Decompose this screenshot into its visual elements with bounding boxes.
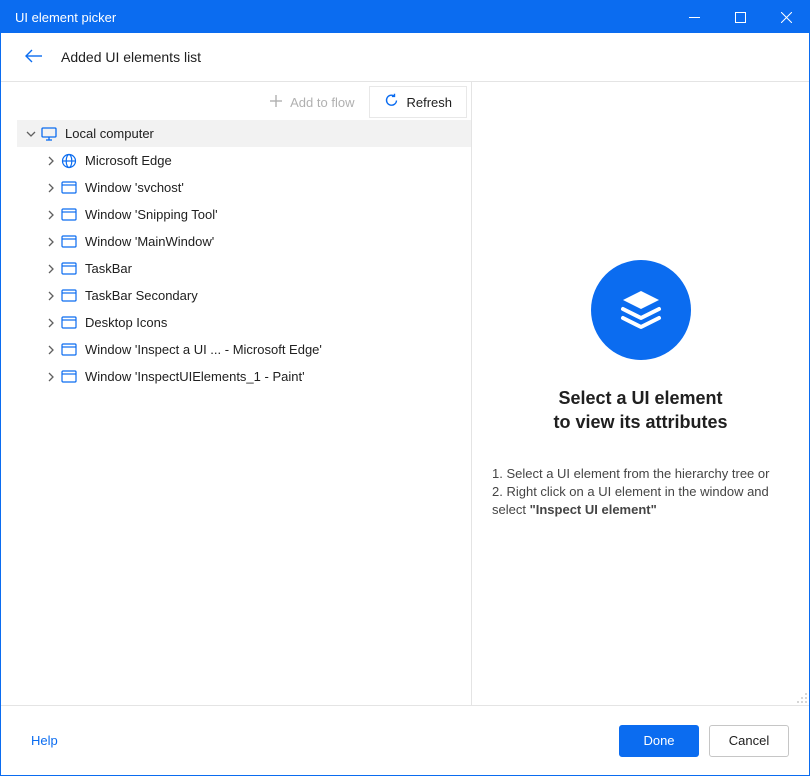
refresh-label: Refresh [406, 95, 452, 110]
tree-root-row[interactable]: Local computer [17, 120, 471, 147]
window-icon [59, 289, 79, 302]
tree-row-label: TaskBar [85, 261, 132, 276]
tree-row-label: Window 'InspectUIElements_1 - Paint' [85, 369, 305, 384]
window-icon [59, 316, 79, 329]
minimize-button[interactable] [671, 1, 717, 33]
tree-row-label: Window 'svchost' [85, 180, 184, 195]
details-panel: Select a UI elementto view its attribute… [471, 82, 809, 705]
tree-row[interactable]: TaskBar Secondary [37, 282, 471, 309]
window-icon [59, 181, 79, 194]
page-title: Added UI elements list [61, 49, 201, 65]
title-bar: UI element picker [1, 1, 809, 33]
plus-icon [269, 94, 283, 111]
tree-row[interactable]: Microsoft Edge [37, 147, 471, 174]
cancel-button[interactable]: Cancel [709, 725, 789, 757]
resize-grip-icon[interactable] [795, 691, 809, 705]
dialog-footer: Help Done Cancel [1, 705, 809, 775]
maximize-button[interactable] [717, 1, 763, 33]
window-icon [59, 262, 79, 275]
tree-row[interactable]: Window 'svchost' [37, 174, 471, 201]
close-button[interactable] [763, 1, 809, 33]
window-title: UI element picker [15, 10, 671, 25]
tree-row-label: Window 'MainWindow' [85, 234, 214, 249]
window-icon [59, 343, 79, 356]
window-icon [59, 208, 79, 221]
tree-row-label: Desktop Icons [85, 315, 167, 330]
window-icon [59, 235, 79, 248]
tree-row-label: TaskBar Secondary [85, 288, 198, 303]
placeholder-title: Select a UI elementto view its attribute… [553, 386, 727, 435]
tree-row[interactable]: Window 'Snipping Tool' [37, 201, 471, 228]
refresh-button[interactable]: Refresh [369, 86, 467, 118]
layers-icon [591, 260, 691, 360]
sub-header: Added UI elements list [1, 33, 809, 82]
chevron-right-icon[interactable] [43, 372, 59, 382]
chevron-right-icon[interactable] [43, 156, 59, 166]
tree-row[interactable]: TaskBar [37, 255, 471, 282]
tree-row[interactable]: Desktop Icons [37, 309, 471, 336]
chevron-right-icon[interactable] [43, 291, 59, 301]
tree-row[interactable]: Window 'InspectUIElements_1 - Paint' [37, 363, 471, 390]
chevron-right-icon[interactable] [43, 345, 59, 355]
placeholder-instructions: 1. Select a UI element from the hierarch… [492, 465, 789, 520]
window-icon [59, 370, 79, 383]
tree-panel: Add to flow Refresh [1, 82, 471, 705]
ui-element-tree[interactable]: Local computer Microsoft Edge Window 'svc… [1, 118, 471, 705]
tree-row-label: Window 'Inspect a UI ... - Microsoft Edg… [85, 342, 322, 357]
computer-icon [39, 127, 59, 141]
refresh-icon [384, 93, 399, 111]
tree-row-label: Microsoft Edge [85, 153, 172, 168]
done-button[interactable]: Done [619, 725, 699, 757]
chevron-right-icon[interactable] [43, 264, 59, 274]
tree-root-label: Local computer [65, 126, 154, 141]
tree-row[interactable]: Window 'MainWindow' [37, 228, 471, 255]
tree-row-label: Window 'Snipping Tool' [85, 207, 218, 222]
add-to-flow-button: Add to flow [254, 86, 369, 118]
chevron-right-icon[interactable] [43, 237, 59, 247]
globe-icon [59, 153, 79, 169]
chevron-down-icon[interactable] [23, 129, 39, 139]
chevron-right-icon[interactable] [43, 210, 59, 220]
chevron-right-icon[interactable] [43, 183, 59, 193]
add-to-flow-label: Add to flow [290, 95, 354, 110]
back-button[interactable] [25, 48, 43, 67]
help-link[interactable]: Help [31, 733, 58, 748]
tree-toolbar: Add to flow Refresh [1, 82, 471, 118]
tree-row[interactable]: Window 'Inspect a UI ... - Microsoft Edg… [37, 336, 471, 363]
chevron-right-icon[interactable] [43, 318, 59, 328]
